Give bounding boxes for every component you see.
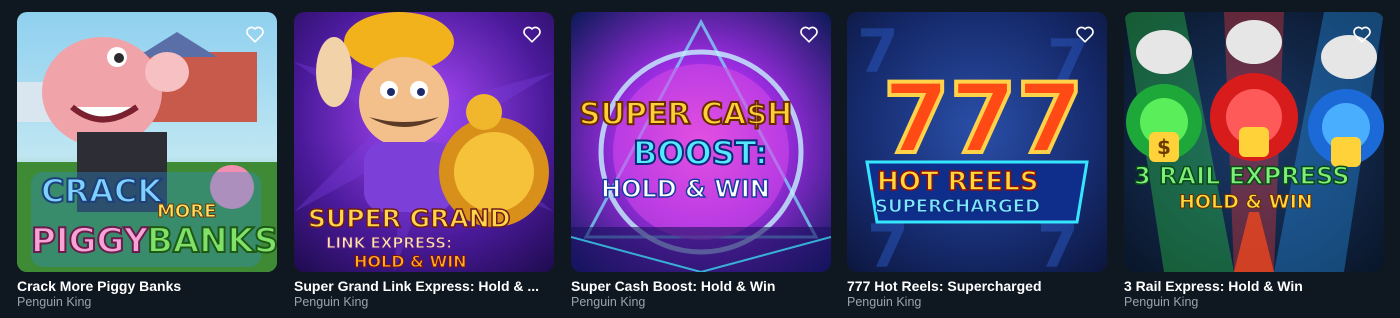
game-title[interactable]: 777 Hot Reels: Supercharged: [847, 278, 1105, 295]
game-card-crack-more-piggy-banks[interactable]: CRACK MORE PIGGY BANKS Crack More Piggy …: [17, 12, 277, 312]
heart-outline-icon: [523, 26, 541, 43]
favorite-button[interactable]: [520, 22, 544, 46]
art-text-3-rail-express: 3 RAIL EXPRESS: [1134, 162, 1350, 190]
art-text-supercharged: SUPERCHARGED: [875, 196, 1040, 217]
game-thumbnail[interactable]: 7 7 7 7 777 HOT REELS SUPERCHARGED: [847, 12, 1107, 272]
game-thumbnail[interactable]: CRACK MORE PIGGY BANKS: [17, 12, 277, 272]
game-provider: Penguin King: [294, 295, 369, 309]
game-provider: Penguin King: [847, 295, 922, 309]
art-text-boost: BOOST:: [633, 134, 768, 172]
game-card-super-grand-link-express[interactable]: SUPER GRAND LINK EXPRESS: HOLD & WIN Sup…: [294, 12, 554, 312]
heart-outline-icon: [800, 26, 818, 43]
art-text-link-express: LINK EXPRESS:: [326, 234, 452, 252]
game-card-777-hot-reels[interactable]: 7 7 7 7 777 HOT REELS SUPERCHARGED 777 H…: [847, 12, 1107, 312]
art-text-hold-win: HOLD & WIN: [601, 175, 770, 203]
art-text-hold-win: HOLD & WIN: [1179, 191, 1313, 213]
favorite-button[interactable]: [797, 22, 821, 46]
art-text-hold-win: HOLD & WIN: [354, 252, 467, 271]
art-text-banks: BANKS: [147, 221, 277, 261]
art-text-crack: CRACK: [41, 172, 163, 210]
favorite-button[interactable]: [243, 22, 267, 46]
art-text-hot-reels: HOT REELS: [877, 167, 1038, 197]
game-thumbnail[interactable]: $ 3 RAIL EXPRESS HOLD & WIN: [1124, 12, 1384, 272]
game-provider: Penguin King: [571, 295, 646, 309]
heart-outline-icon: [1353, 26, 1371, 43]
game-title[interactable]: Crack More Piggy Banks: [17, 278, 275, 295]
heart-outline-icon: [1076, 26, 1094, 43]
art-text-777: 777: [883, 63, 1083, 175]
game-thumbnail[interactable]: SUPER GRAND LINK EXPRESS: HOLD & WIN: [294, 12, 554, 272]
art-text-super-cash: SUPER CA$H: [579, 97, 792, 132]
game-title[interactable]: Super Grand Link Express: Hold & ...: [294, 278, 552, 295]
game-provider: Penguin King: [1124, 295, 1199, 309]
game-thumbnail[interactable]: SUPER CA$H BOOST: HOLD & WIN: [571, 12, 831, 272]
art-text-more: MORE: [157, 201, 216, 222]
game-card-3-rail-express[interactable]: $ 3 RAIL EXPRESS HOLD & WIN 3 Rail Expre…: [1124, 12, 1384, 312]
favorite-button[interactable]: [1350, 22, 1374, 46]
game-card-super-cash-boost[interactable]: SUPER CA$H BOOST: HOLD & WIN Super Cash …: [571, 12, 831, 312]
game-title[interactable]: 3 Rail Express: Hold & Win: [1124, 278, 1382, 295]
game-grid: CRACK MORE PIGGY BANKS Crack More Piggy …: [0, 0, 1400, 318]
game-artwork-piggy-banks: CRACK MORE PIGGY BANKS: [17, 12, 277, 272]
art-text-super-grand: SUPER GRAND: [308, 204, 510, 233]
art-text-dollar: $: [1157, 135, 1171, 159]
game-provider: Penguin King: [17, 295, 92, 309]
favorite-button[interactable]: [1073, 22, 1097, 46]
game-artwork-super-grand: SUPER GRAND LINK EXPRESS: HOLD & WIN: [294, 12, 554, 272]
game-title[interactable]: Super Cash Boost: Hold & Win: [571, 278, 829, 295]
game-artwork-777-hot-reels: 7 7 7 7 777 HOT REELS SUPERCHARGED: [847, 12, 1107, 272]
game-artwork-super-cash-boost: SUPER CA$H BOOST: HOLD & WIN: [571, 12, 831, 272]
game-artwork-3-rail-express: $ 3 RAIL EXPRESS HOLD & WIN: [1124, 12, 1384, 272]
heart-outline-icon: [246, 26, 264, 43]
art-text-piggy: PIGGY: [31, 221, 149, 261]
